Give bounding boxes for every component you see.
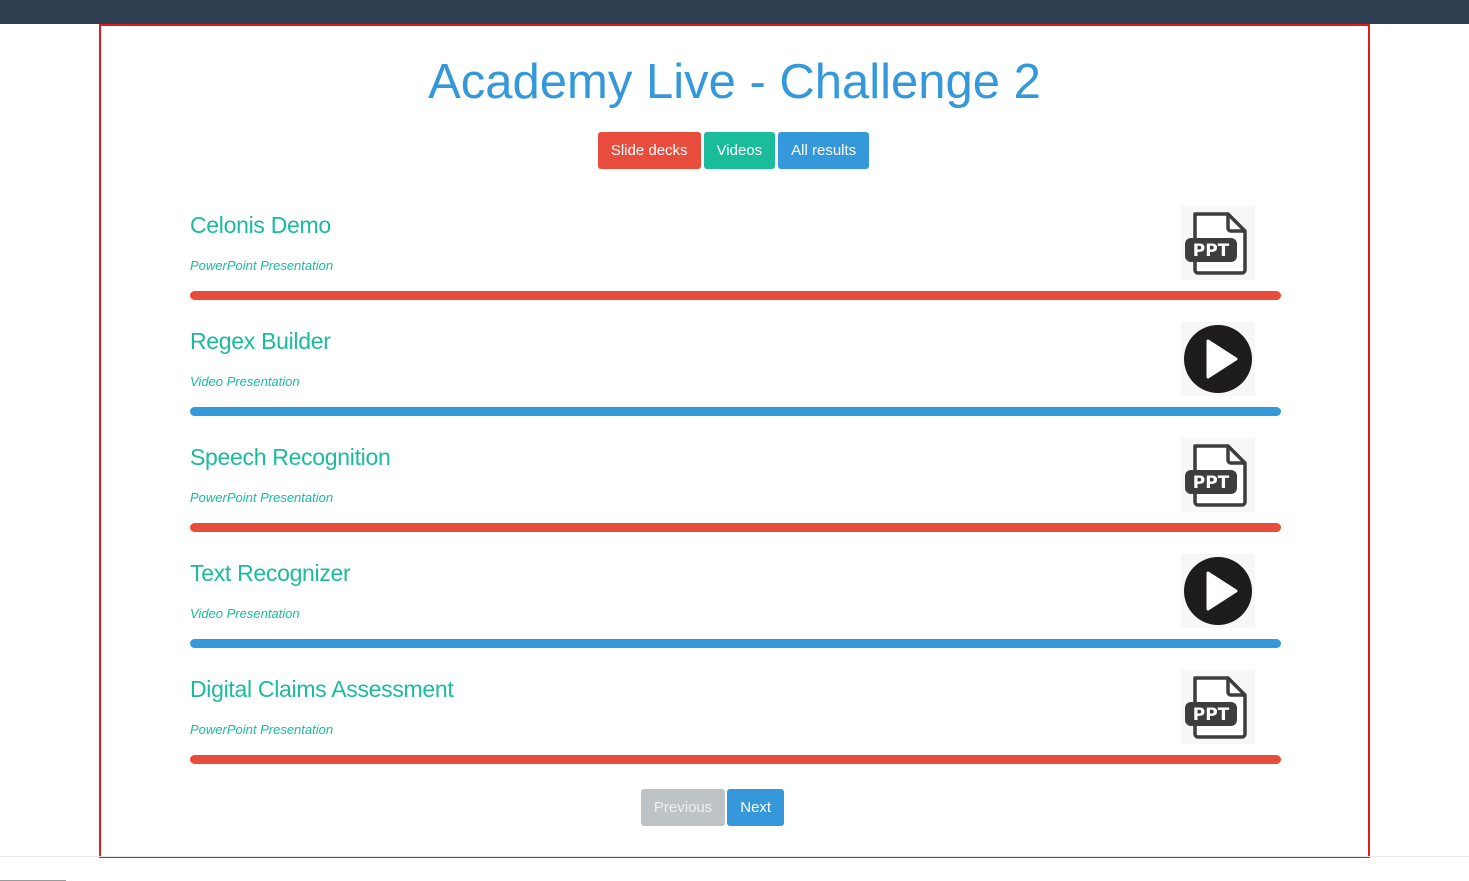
item-type-label: PowerPoint Presentation xyxy=(190,490,334,505)
page-title: Academy Live - Challenge 2 xyxy=(428,55,1041,109)
item-title-link[interactable]: Digital Claims Assessment xyxy=(190,674,454,704)
list-item[interactable]: Regex Builder Video Presentation xyxy=(190,322,1281,438)
play-icon[interactable] xyxy=(1181,322,1255,396)
list-item[interactable]: Celonis Demo PowerPoint Presentation PPT xyxy=(190,206,1281,322)
previous-page-button[interactable]: Previous xyxy=(640,789,726,826)
item-divider-bar xyxy=(190,639,1281,648)
item-divider-bar xyxy=(190,407,1281,416)
item-title-link[interactable]: Celonis Demo xyxy=(190,210,331,240)
ppt-file-icon[interactable]: PPT xyxy=(1181,438,1255,512)
item-type-label: PowerPoint Presentation xyxy=(190,258,334,273)
svg-text:PPT: PPT xyxy=(1193,705,1230,725)
item-type-label: PowerPoint Presentation xyxy=(190,722,334,737)
videos-button[interactable]: Videos xyxy=(703,132,776,169)
footer-divider xyxy=(0,856,1469,857)
slide-decks-button[interactable]: Slide decks xyxy=(597,132,701,169)
ppt-file-icon[interactable]: PPT xyxy=(1181,206,1255,280)
item-divider-bar xyxy=(190,291,1281,300)
item-divider-bar xyxy=(190,523,1281,532)
item-title-link[interactable]: Text Recognizer xyxy=(190,558,351,588)
top-navbar xyxy=(0,0,1469,24)
results-list: Celonis Demo PowerPoint Presentation PPT… xyxy=(190,206,1281,786)
filter-button-group: Slide decks Videos All results xyxy=(101,132,1368,169)
item-title-link[interactable]: Speech Recognition xyxy=(190,442,391,472)
play-icon[interactable] xyxy=(1181,554,1255,628)
pagination: Previous Next xyxy=(101,789,1368,826)
list-item[interactable]: Speech Recognition PowerPoint Presentati… xyxy=(190,438,1281,554)
item-title-link[interactable]: Regex Builder xyxy=(190,326,331,356)
list-item[interactable]: Text Recognizer Video Presentation xyxy=(190,554,1281,670)
item-divider-bar xyxy=(190,755,1281,764)
svg-text:PPT: PPT xyxy=(1193,473,1230,493)
item-type-label: Video Presentation xyxy=(190,606,300,621)
ppt-file-icon[interactable]: PPT xyxy=(1181,670,1255,744)
next-page-button[interactable]: Next xyxy=(727,789,785,826)
all-results-button[interactable]: All results xyxy=(778,132,870,169)
svg-text:PPT: PPT xyxy=(1193,241,1230,261)
content-frame: Academy Live - Challenge 2 Slide decks V… xyxy=(99,24,1370,858)
item-type-label: Video Presentation xyxy=(190,374,300,389)
list-item[interactable]: Digital Claims Assessment PowerPoint Pre… xyxy=(190,670,1281,786)
